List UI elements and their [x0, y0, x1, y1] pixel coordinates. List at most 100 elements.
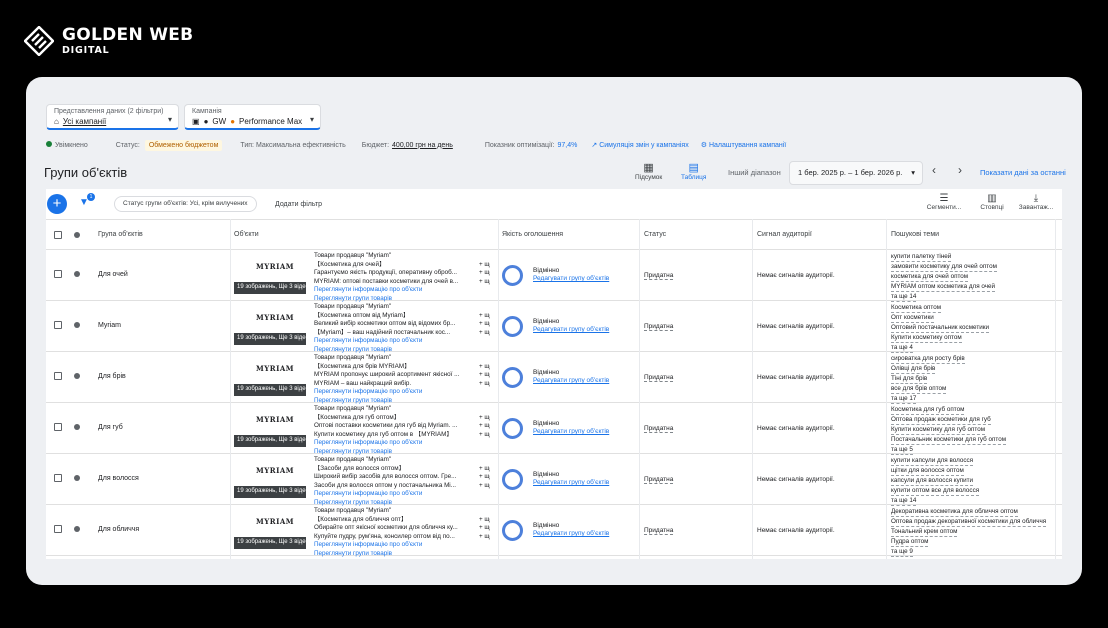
- col-topics[interactable]: Пошукові теми: [891, 231, 939, 238]
- add-button[interactable]: +: [47, 194, 67, 214]
- more-count[interactable]: + ще 3: [479, 422, 490, 431]
- more-count[interactable]: + ще 3: [479, 431, 490, 440]
- asset-thumbnail[interactable]: MYRIAM 19 зображень, Ще 3 відео: [234, 358, 306, 396]
- more-count[interactable]: + ще 4: [479, 473, 490, 482]
- group-name[interactable]: Myriam: [98, 322, 121, 329]
- more-count[interactable]: + ще 3: [479, 329, 490, 338]
- budget-value[interactable]: 400,00 грн на день: [392, 142, 453, 149]
- campaign-settings-link[interactable]: ⚙ Налаштування кампанії: [701, 141, 787, 149]
- more-count[interactable]: + ще 4: [479, 482, 490, 491]
- group-name[interactable]: Для губ: [98, 424, 123, 431]
- view-asset-info-link[interactable]: Переглянути інформацію про об'єкти: [314, 286, 490, 295]
- more-count[interactable]: + ще 10: [479, 312, 490, 321]
- col-group[interactable]: Група об'єктів: [98, 231, 143, 238]
- search-theme: Декоративна косметика для обличчя оптом: [891, 508, 1018, 517]
- asset-text: 【Косметика оптом від Myriam】+ ще 10: [314, 312, 490, 321]
- edit-group-link[interactable]: Редагувати групу об'єктів: [533, 326, 609, 334]
- search-theme: Тіні для брів: [891, 375, 928, 384]
- row-checkbox[interactable]: [54, 372, 62, 380]
- view-asset-info-link[interactable]: Переглянути інформацію про об'єкти: [314, 388, 490, 397]
- row-checkbox[interactable]: [54, 423, 62, 431]
- more-count[interactable]: + ще 5: [479, 533, 490, 542]
- budget-limited-badge[interactable]: Обмежено бюджетом: [144, 139, 223, 151]
- prev-period-button[interactable]: ‹: [932, 163, 936, 177]
- view-asset-info-link[interactable]: Переглянути інформацію про об'єкти: [314, 337, 490, 346]
- edit-group-link[interactable]: Редагувати групу об'єктів: [533, 530, 609, 538]
- asset-thumbnail[interactable]: MYRIAM 19 зображень, Ще 3 відео: [234, 256, 306, 294]
- col-quality[interactable]: Якість оголошення: [502, 231, 563, 238]
- date-range-picker[interactable]: 1 бер. 2025 р. – 1 бер. 2026 р. ▾: [789, 161, 923, 185]
- status-value[interactable]: Придатна: [644, 476, 674, 484]
- ad-quality: Відмінно Редагувати групу об'єктів: [533, 420, 610, 436]
- asset-thumbnail[interactable]: MYRIAM 19 зображень, Ще 3 відео: [234, 307, 306, 345]
- edit-group-link[interactable]: Редагувати групу об'єктів: [533, 377, 609, 385]
- view-asset-info-link[interactable]: Переглянути інформацію про об'єкти: [314, 541, 490, 550]
- asset-thumbnail[interactable]: MYRIAM 19 зображень, Ще 3 відео: [234, 409, 306, 447]
- more-count[interactable]: + ще 3: [479, 380, 490, 389]
- download-button[interactable]: ⤓ Завантаж...: [1012, 193, 1060, 211]
- status-value[interactable]: Придатна: [644, 323, 674, 331]
- view-asset-info-link[interactable]: Переглянути інформацію про об'єкти: [314, 439, 490, 448]
- status-value[interactable]: Придатна: [644, 527, 674, 535]
- columns-button[interactable]: ▥ Стовпці: [972, 193, 1012, 211]
- thumb-overlay-text: 19 зображень, Ще 3 відео: [234, 282, 306, 294]
- status-value[interactable]: Придатна: [644, 374, 674, 382]
- col-signal[interactable]: Сигнал аудиторії: [757, 231, 812, 238]
- edit-group-link[interactable]: Редагувати групу об'єктів: [533, 428, 609, 436]
- search-theme: Оптова продаж декоративної косметики для…: [891, 518, 1047, 527]
- group-name[interactable]: Для волосся: [98, 475, 139, 482]
- more-count[interactable]: + ще 3: [479, 371, 490, 380]
- status-value[interactable]: Придатна: [644, 272, 674, 280]
- optimization-value[interactable]: 97,4%: [558, 142, 578, 149]
- more-count[interactable]: + ще 14: [479, 465, 490, 474]
- asset-thumbnail[interactable]: MYRIAM 19 зображень, Ще 3 відео: [234, 511, 306, 549]
- table-view-button[interactable]: ▤ Таблиця: [681, 161, 706, 181]
- summary-view-button[interactable]: ▦ Підсумок: [635, 161, 662, 181]
- enabled-status: Увімкнено: [46, 141, 88, 149]
- row-checkbox[interactable]: [54, 525, 62, 533]
- gw-dot-icon: ●: [203, 117, 209, 126]
- asset-text: Засоби для волосся оптом у постачальника…: [314, 482, 490, 491]
- more-count[interactable]: + ще 4: [479, 524, 490, 533]
- search-theme: Косметика для губ оптом: [891, 406, 965, 415]
- segments-button[interactable]: ☰ Сегменти...: [920, 193, 968, 211]
- add-filter-button[interactable]: Додати фільтр: [275, 201, 322, 208]
- search-theme: та ще 9: [891, 548, 913, 557]
- group-name[interactable]: Для очей: [98, 271, 128, 278]
- brand-name: GOLDEN WEB: [62, 24, 194, 45]
- view-product-groups-link[interactable]: Переглянути групи товарів: [314, 550, 490, 559]
- ad-quality: Відмінно Редагувати групу об'єктів: [533, 369, 610, 385]
- status-value[interactable]: Придатна: [644, 425, 674, 433]
- edit-group-link[interactable]: Редагувати групу об'єктів: [533, 275, 609, 283]
- row-checkbox[interactable]: [54, 270, 62, 278]
- group-name[interactable]: Для обличчя: [98, 526, 139, 533]
- status-filter-chip[interactable]: Статус групи об'єктів: Усі, крім вилучен…: [114, 196, 257, 212]
- thumb-overlay-text: 19 зображень, Ще 3 відео: [234, 435, 306, 447]
- show-data-link[interactable]: Показати дані за останні: [980, 168, 1082, 177]
- more-count[interactable]: + ще 2: [479, 269, 490, 278]
- select-all-checkbox[interactable]: [54, 231, 62, 239]
- campaign-selector[interactable]: Кампанія ▣ ● GW ● Performance Max ▾: [184, 104, 321, 130]
- more-count[interactable]: + ще 4: [479, 278, 490, 287]
- more-count[interactable]: + ще 13: [479, 261, 490, 270]
- status-dot-header: [74, 232, 80, 238]
- table-row: Myriam MYRIAM 19 зображень, Ще 3 відео Това…: [46, 301, 1062, 353]
- group-name[interactable]: Для брів: [98, 373, 126, 380]
- view-selector[interactable]: Представлення даних (2 фільтри) ⌂ Усі кам…: [46, 104, 179, 130]
- more-count[interactable]: + ще 13: [479, 363, 490, 372]
- more-count[interactable]: + ще 3: [479, 320, 490, 329]
- col-assets[interactable]: Об'єкти: [234, 231, 259, 238]
- next-period-button[interactable]: ›: [958, 163, 962, 177]
- more-count[interactable]: + ще 11: [479, 516, 490, 525]
- asset-thumbnail[interactable]: MYRIAM 19 зображень, Ще 3 відео: [234, 460, 306, 498]
- row-checkbox[interactable]: [54, 474, 62, 482]
- simulate-link[interactable]: ↗ Симуляція змін у кампаніях: [591, 141, 688, 149]
- asset-text: Гарантуємо якість продукції, оперативну …: [314, 269, 490, 278]
- col-status[interactable]: Статус: [644, 231, 666, 238]
- row-checkbox[interactable]: [54, 321, 62, 329]
- table-row: Для брів MYRIAM 19 зображень, Ще 3 відео То…: [46, 352, 1062, 404]
- view-asset-info-link[interactable]: Переглянути інформацію про об'єкти: [314, 490, 490, 499]
- edit-group-link[interactable]: Редагувати групу об'єктів: [533, 479, 609, 487]
- more-count[interactable]: + ще 10: [479, 414, 490, 423]
- ad-strength-ring-icon: [502, 469, 523, 490]
